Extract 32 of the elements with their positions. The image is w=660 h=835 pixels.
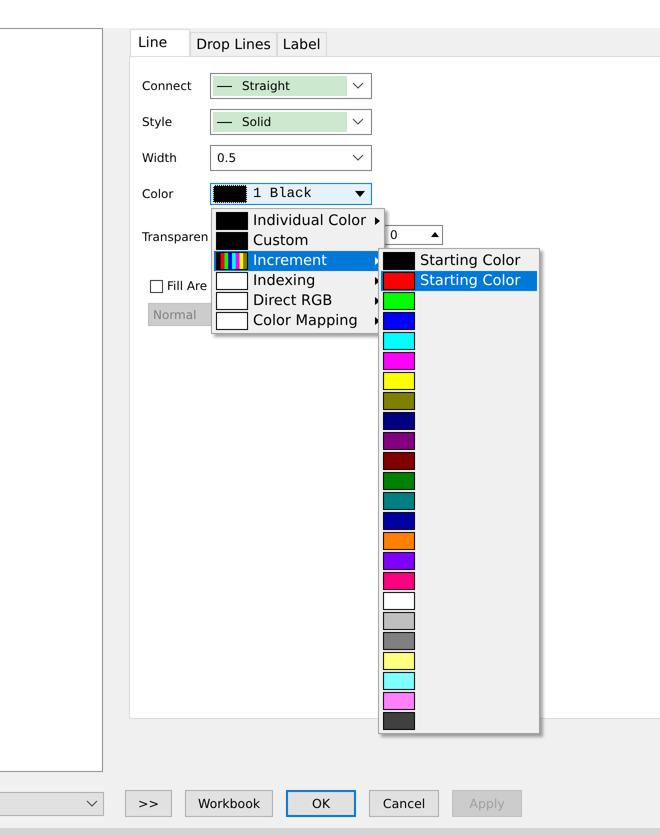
- field-label: Transparen: [142, 230, 210, 244]
- dropdown-field[interactable]: Straight: [210, 73, 372, 99]
- tab[interactable]: Drop Lines: [190, 32, 277, 56]
- dialog-button[interactable]: OK: [286, 790, 356, 817]
- tab[interactable]: Label: [276, 32, 327, 56]
- menu-item[interactable]: Color Mapping: [214, 311, 382, 331]
- dialog-button[interactable]: Cancel: [369, 790, 440, 817]
- dialog-button[interactable]: >>: [125, 790, 172, 817]
- menu-item[interactable]: Indexing: [214, 271, 382, 291]
- menu-item[interactable]: Starting Color: [381, 251, 537, 271]
- dialog-button[interactable]: Workbook: [184, 790, 274, 817]
- field-label: Color: [142, 187, 174, 201]
- spin-field[interactable]: 0: [383, 225, 443, 245]
- empty-swatch: [216, 272, 248, 290]
- field-label: Style: [142, 115, 174, 129]
- dropdown-field[interactable]: 0.5: [210, 145, 372, 171]
- empty-swatch: [216, 292, 248, 310]
- menu-item[interactable]: Custom: [214, 231, 382, 251]
- menu-item[interactable]: Direct RGB: [214, 291, 382, 311]
- checkbox[interactable]: [150, 280, 163, 292]
- color-bars-icon: [216, 252, 248, 270]
- field-label: Width: [142, 151, 178, 165]
- field-label: Connect: [142, 79, 193, 93]
- dropdown-field[interactable]: Solid: [210, 109, 372, 135]
- color-dropdown[interactable]: 1 Black: [210, 183, 372, 205]
- menu-item[interactable]: Starting Color: [381, 271, 537, 291]
- checkbox-label: Fill Are: [167, 279, 208, 293]
- dropdown-field[interactable]: [0, 792, 104, 816]
- tab[interactable]: Line: [130, 29, 190, 56]
- menu-item[interactable]: Individual Color: [214, 211, 382, 231]
- empty-swatch: [216, 312, 248, 330]
- caret-icon: [355, 191, 365, 197]
